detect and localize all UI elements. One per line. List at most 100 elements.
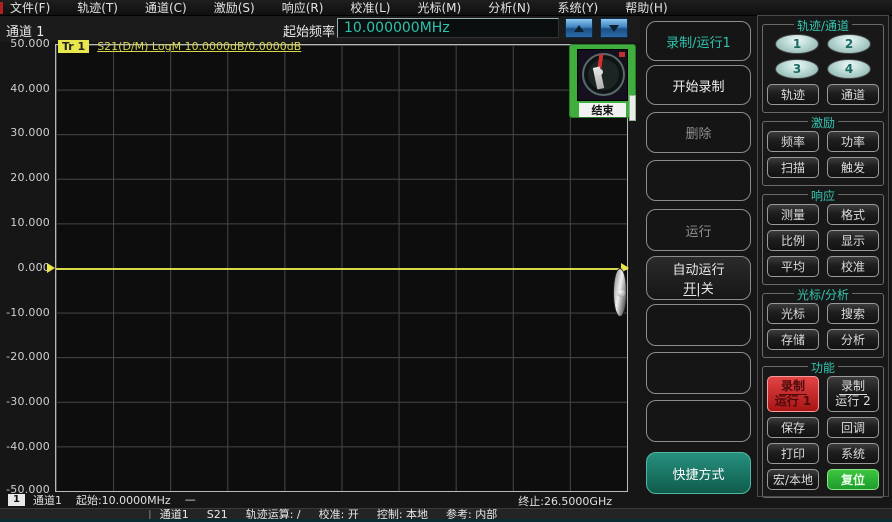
- power-button[interactable]: 功率: [827, 131, 879, 152]
- preset-button[interactable]: 复位: [827, 469, 879, 490]
- trace-header: Tr 1 S21(D/M) LogM 10.0000dB/0.0000dB: [58, 40, 301, 53]
- menu-bar: 文件(F) 轨迹(T) 通道(C) 激励(S) 响应(R) 校准(L) 光标(M…: [0, 0, 892, 16]
- vna-application-window: 文件(F) 轨迹(T) 通道(C) 激励(S) 响应(R) 校准(L) 光标(M…: [0, 0, 892, 522]
- y-tick: 0.000: [2, 261, 50, 274]
- softkey-auto-run-toggle[interactable]: 自动运行 开|关: [646, 256, 751, 300]
- measure-button[interactable]: 测量: [767, 204, 819, 225]
- softkey-shortcut[interactable]: 快捷方式: [646, 452, 751, 494]
- frequency-button[interactable]: 频率: [767, 131, 819, 152]
- menu-system[interactable]: 系统(Y): [558, 0, 599, 16]
- s21-trace-line: [56, 268, 627, 270]
- channel-name: 通道1: [33, 492, 62, 508]
- start-frequency-label: 起始频率: [283, 21, 335, 40]
- record-run1-button[interactable]: 录制 运行 1: [767, 376, 819, 412]
- scale-button[interactable]: 比例: [767, 230, 819, 251]
- y-tick: -10.000: [2, 306, 50, 319]
- memory-button[interactable]: 存储: [767, 329, 819, 350]
- section-stimulus: 激励 频率 功率 扫描 触发: [762, 121, 884, 186]
- menu-file[interactable]: 文件(F): [10, 0, 50, 16]
- record-run1-line2: 运行 1: [775, 395, 812, 409]
- scroll-handle[interactable]: [613, 268, 627, 317]
- channel-number-badge: 1: [8, 494, 25, 506]
- y-tick: 40.000: [2, 82, 50, 95]
- hardkey-panel: 轨迹/通道 1 2 3 4 轨迹 通道 激励 频率 功率 扫描 触发: [757, 15, 889, 497]
- y-tick: 50.000: [2, 37, 50, 50]
- y-tick: 30.000: [2, 126, 50, 139]
- calibration-button[interactable]: 校准: [827, 256, 879, 277]
- menu-trace[interactable]: 轨迹(T): [77, 0, 118, 16]
- menu-marker[interactable]: 光标(M): [417, 0, 461, 16]
- record-run2-line1: 录制: [839, 380, 867, 395]
- end-icon-label: 结束: [579, 103, 626, 117]
- measurement-graticule: [55, 44, 628, 492]
- start-frequency-input[interactable]: 10.000000MHz: [337, 18, 559, 38]
- y-tick: 20.000: [2, 171, 50, 184]
- record-run1-line1: 录制: [779, 380, 807, 395]
- frequency-entry-row: 通道 1 起始频率 10.000000MHz: [0, 16, 640, 42]
- macro-local-button[interactable]: 宏/本地: [767, 469, 819, 490]
- save-button[interactable]: 保存: [767, 417, 819, 438]
- trace-select-4[interactable]: 4: [827, 59, 871, 79]
- system-button[interactable]: 系统: [827, 443, 879, 464]
- y-tick: 10.000: [2, 216, 50, 229]
- search-button[interactable]: 搜索: [827, 303, 879, 324]
- recall-button[interactable]: 回调: [827, 417, 879, 438]
- marker-button[interactable]: 光标: [767, 303, 819, 324]
- display-button[interactable]: 显示: [827, 230, 879, 251]
- softkey-blank-1[interactable]: [646, 160, 751, 201]
- section-title: 激励: [808, 114, 838, 131]
- recording-end-shortcut[interactable]: 结束: [569, 44, 636, 118]
- menu-help[interactable]: 帮助(H): [625, 0, 667, 16]
- menu-stimulus[interactable]: 激励(S): [214, 0, 255, 16]
- trace-select-3[interactable]: 3: [775, 59, 819, 79]
- analysis-button[interactable]: 分析: [827, 329, 879, 350]
- average-button[interactable]: 平均: [767, 256, 819, 277]
- sweep-button[interactable]: 扫描: [767, 157, 819, 178]
- start-frequency-readout: 起始:10.0000MHz: [76, 492, 171, 508]
- softkey-blank-3[interactable]: [646, 352, 751, 394]
- softkey-run[interactable]: 运行: [646, 209, 751, 251]
- trace-select-1[interactable]: 1: [775, 34, 819, 54]
- softkey-start-recording[interactable]: 开始录制: [646, 65, 751, 105]
- gauge-dial-icon: [582, 53, 625, 96]
- trace-button[interactable]: 轨迹: [767, 84, 819, 105]
- record-run2-line2: 运行 2: [835, 395, 870, 409]
- menu-analysis[interactable]: 分析(N): [488, 0, 530, 16]
- menu-calibration[interactable]: 校准(L): [350, 0, 390, 16]
- frequency-increment-button[interactable]: [565, 18, 593, 38]
- stop-frequency-readout: 终止:26.5000GHz: [518, 493, 612, 509]
- section-trace-channel: 轨迹/通道 1 2 3 4 轨迹 通道: [762, 24, 884, 113]
- trace-number-badge[interactable]: Tr 1: [58, 40, 89, 53]
- auto-run-label: 自动运行: [672, 259, 724, 278]
- record-dot-icon: [619, 52, 625, 57]
- section-title: 功能: [808, 359, 838, 376]
- softkey-record-run1[interactable]: 录制/运行1: [646, 21, 751, 61]
- channel-button[interactable]: 通道: [827, 84, 879, 105]
- sweep-range-row: 1 通道1 起始:10.0000MHz — 终止:26.5000GHz: [0, 492, 640, 507]
- auto-run-state: 开|关: [683, 278, 713, 297]
- overlay-side-tab: [629, 95, 636, 121]
- print-button[interactable]: 打印: [767, 443, 819, 464]
- softkey-delete[interactable]: 删除: [646, 112, 751, 153]
- frequency-decrement-button[interactable]: [600, 18, 628, 38]
- record-run2-button[interactable]: 录制 运行 2: [827, 376, 879, 412]
- up-arrow-icon: [574, 25, 584, 32]
- softkey-blank-2[interactable]: [646, 304, 751, 346]
- trace-format-readout: S21(D/M) LogM 10.0000dB/0.0000dB: [97, 40, 301, 53]
- left-edge-marker: [0, 2, 3, 14]
- trigger-button[interactable]: 触发: [827, 157, 879, 178]
- format-button[interactable]: 格式: [827, 204, 879, 225]
- trace-select-2[interactable]: 2: [827, 34, 871, 54]
- softkey-blank-4[interactable]: [646, 400, 751, 442]
- stopwatch-icon: [577, 49, 628, 101]
- status-bar: | 通道1 S21 轨迹运算: / 校准: 开 控制: 本地 参考: 内部: [0, 508, 892, 519]
- menu-channel[interactable]: 通道(C): [145, 0, 187, 16]
- reference-level-marker-icon: [47, 263, 55, 273]
- section-title: 光标/分析: [794, 286, 852, 303]
- down-arrow-icon: [609, 25, 619, 32]
- y-tick: -20.000: [2, 350, 50, 363]
- gauge-hub-icon: [597, 69, 603, 75]
- section-title: 响应: [808, 187, 838, 204]
- range-dash: —: [185, 493, 196, 506]
- menu-response[interactable]: 响应(R): [282, 0, 324, 16]
